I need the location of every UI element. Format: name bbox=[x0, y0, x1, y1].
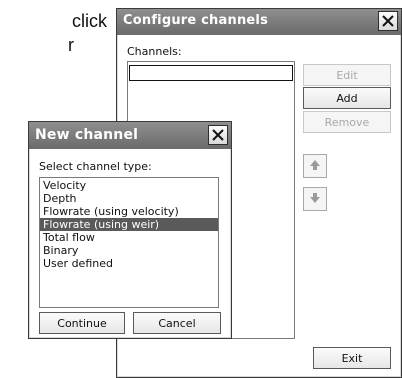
edit-button[interactable]: Edit bbox=[303, 64, 391, 86]
exit-button[interactable]: Exit bbox=[313, 347, 391, 369]
add-button[interactable]: Add bbox=[303, 87, 391, 109]
channel-name-input[interactable] bbox=[129, 65, 293, 81]
doc-line-2: r bbox=[68, 35, 74, 55]
channel-type-item-selected[interactable]: Flowrate (using weir) bbox=[40, 218, 218, 231]
channel-type-list[interactable]: Velocity Depth Flowrate (using velocity)… bbox=[39, 177, 219, 308]
new-channel-title: New channel bbox=[35, 127, 139, 143]
channel-type-item[interactable]: User defined bbox=[40, 257, 218, 270]
configure-channels-close-button[interactable] bbox=[378, 11, 398, 31]
channel-type-item[interactable]: Binary bbox=[40, 244, 218, 257]
select-channel-type-label: Select channel type: bbox=[39, 160, 152, 173]
channels-label: Channels: bbox=[127, 45, 182, 58]
new-channel-dialog: New channel Select channel type: Velocit… bbox=[28, 121, 232, 339]
arrow-down-icon bbox=[308, 191, 322, 208]
remove-button[interactable]: Remove bbox=[303, 111, 391, 133]
continue-button[interactable]: Continue bbox=[39, 312, 125, 334]
move-up-button[interactable] bbox=[303, 154, 327, 178]
move-down-button[interactable] bbox=[303, 187, 327, 211]
channel-type-item[interactable]: Total flow bbox=[40, 231, 218, 244]
new-channel-close-button[interactable] bbox=[208, 125, 228, 145]
channel-type-item[interactable]: Depth bbox=[40, 192, 218, 205]
cancel-button[interactable]: Cancel bbox=[133, 312, 221, 334]
configure-channels-titlebar[interactable]: Configure channels bbox=[117, 9, 401, 35]
arrow-up-icon bbox=[308, 158, 322, 175]
channel-type-item[interactable]: Velocity bbox=[40, 179, 218, 192]
channel-type-item[interactable]: Flowrate (using velocity) bbox=[40, 205, 218, 218]
configure-channels-title: Configure channels bbox=[123, 13, 269, 28]
doc-line-1: click bbox=[72, 11, 107, 31]
new-channel-titlebar[interactable]: New channel bbox=[29, 122, 231, 149]
background-document-text: click r bbox=[68, 10, 107, 55]
